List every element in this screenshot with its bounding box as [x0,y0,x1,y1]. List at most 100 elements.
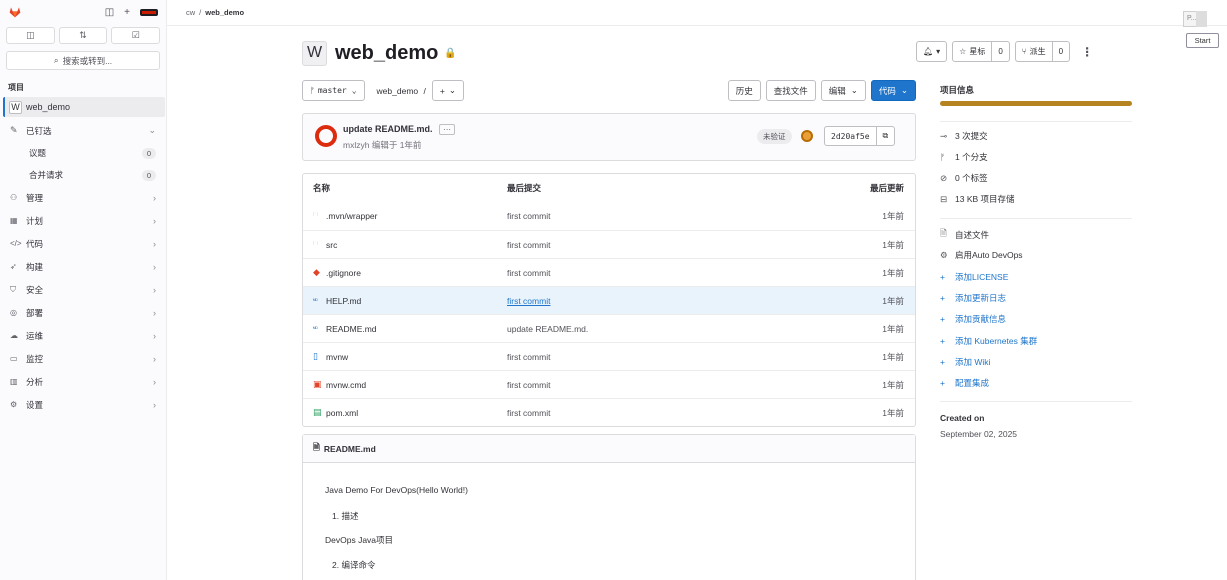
last-update-cell: 1年前 [882,323,904,334]
merge-requests-icon[interactable]: ⇅ [58,27,108,44]
sidebar-item-0[interactable]: ⚇ 管理 › [0,186,166,209]
edit-button[interactable]: 编辑 ⌄ [820,80,866,101]
last-update-cell: 1年前 [882,267,904,278]
search-button[interactable]: ⌕ 搜索或转到... [6,51,160,70]
commit-link[interactable]: first commit [507,211,550,221]
file-name[interactable]: HELP.md [326,296,361,306]
history-button[interactable]: 历史 [727,80,761,101]
table-row[interactable]: ▣ mvnw.cmd first commit 1年前 [303,370,915,398]
project-stat[interactable]: ⊸ 3 次提交 [940,130,988,142]
fork-button[interactable]: ⑂ 派生 0 [1014,41,1071,62]
commit-link[interactable]: first commit [507,240,550,250]
file-name-cell[interactable]: ᴹᴰ README.md [303,324,507,334]
star-count[interactable]: 0 [991,42,1008,61]
commit-link[interactable]: first commit [507,296,550,306]
file-name-cell[interactable]: ᴹᴰ HELP.md [303,296,507,306]
file-name-cell[interactable]: 🗀 src [303,240,507,250]
user-avatar[interactable] [140,8,158,16]
devops-icon: ⚙ [940,249,948,260]
chevron-right-icon: › [153,330,156,341]
start-button[interactable]: Start [1186,33,1219,48]
widget-close-icon[interactable] [1196,11,1207,27]
star-button[interactable]: ☆ 星标 0 [952,41,1010,62]
branch-selector[interactable]: ᚠ master ⌄ [302,80,365,101]
sidebar-item-pinned-1[interactable]: 合并请求 0 [0,164,166,186]
table-row[interactable]: ᴹᴰ HELP.md first commit 1年前 [303,286,915,314]
sidebar-item-3[interactable]: ➶ 构建 › [0,255,166,278]
project-stat[interactable]: ᚠ 1 个分支 [940,151,988,163]
project-link[interactable]: + 添加 Wiki [940,356,990,368]
commit-link[interactable]: first commit [507,380,550,390]
fork-count[interactable]: 0 [1051,42,1069,61]
sidebar-item-9[interactable]: ⚙ 设置 › [0,393,166,416]
find-file-button[interactable]: 查找文件 [765,80,816,101]
copy-icon[interactable]: ⧉ [875,127,895,145]
table-row[interactable]: 🗀 src first commit 1年前 [303,230,915,258]
issues-icon[interactable]: ◫ [6,27,55,44]
chevron-right-icon: › [153,238,156,249]
sidebar-item-2[interactable]: </> 代码 › [0,232,166,255]
table-row[interactable]: ▤ pom.xml first commit 1年前 [303,398,915,426]
unverified-badge[interactable]: 未验证 [757,129,792,144]
file-name[interactable]: .gitignore [326,268,361,278]
sidebar-item-6[interactable]: ☁ 运维 › [0,324,166,347]
file-name[interactable]: pom.xml [326,408,358,418]
sidebar-item-pinned[interactable]: ✎ 已钉选 ⌄ [0,119,166,142]
file-name-cell[interactable]: 🗀 .mvn/wrapper [303,211,507,221]
pipeline-status-icon[interactable] [801,130,813,142]
repo-toolbar: ᚠ master ⌄ web_demo / + ⌄ 历史 查找文件 编辑 ⌄ 代… [302,80,916,101]
file-name-cell[interactable]: ◆ .gitignore [303,267,507,278]
todo-icon[interactable]: ☑ [111,27,161,44]
project-link[interactable]: + 添加更新日志 [940,292,1006,304]
breadcrumb-project[interactable]: web_demo [205,8,244,17]
sidebar-item-4[interactable]: ⛉ 安全 › [0,278,166,301]
project-link[interactable]: + 添加 Kubernetes 集群 [940,335,1037,347]
commit-link[interactable]: first commit [507,268,550,278]
expand-commit-button[interactable]: ··· [439,124,456,135]
commit-link[interactable]: first commit [507,352,550,362]
table-row[interactable]: ◆ .gitignore first commit 1年前 [303,258,915,286]
project-stat[interactable]: ⊟ 13 KB 项目存储 [940,193,1015,205]
branch-icon: ᚠ [310,86,315,95]
sidebar-item-project[interactable]: W web_demo [3,97,165,117]
file-name[interactable]: mvnw.cmd [326,380,366,390]
file-name-cell[interactable]: ▯ mvnw [303,351,507,362]
create-new-icon[interactable]: + [124,7,130,18]
commit-link[interactable]: first commit [507,408,550,418]
file-name[interactable]: README.md [326,324,377,334]
project-link[interactable]: ⚙ 启用Auto DevOps [940,249,1023,261]
notification-button[interactable]: 🔔︎ ▾ [916,41,948,62]
last-commit-cell: first commit [507,268,825,278]
sidebar-item-5[interactable]: ◎ 部署 › [0,301,166,324]
file-name[interactable]: src [326,240,337,250]
project-link[interactable]: + 添加LICENSE [940,271,1008,283]
code-button[interactable]: 代码 ⌄ [870,80,916,101]
commit-message[interactable]: update README.md. ··· [343,124,456,135]
sidebar-toggle-icon[interactable]: ◫ [105,7,114,18]
table-row[interactable]: ᴹᴰ README.md update README.md. 1年前 [303,314,915,342]
repo-path[interactable]: web_demo / [377,86,426,96]
breadcrumb-group[interactable]: cw [186,8,195,17]
project-link[interactable]: + 配置集成 [940,377,989,389]
commit-link[interactable]: update README.md. [507,324,588,334]
project-link[interactable]: + 添加贡献信息 [940,313,1006,325]
table-row[interactable]: 🗀 .mvn/wrapper first commit 1年前 [303,202,915,230]
file-name[interactable]: .mvn/wrapper [326,211,378,221]
gitlab-logo-icon[interactable] [8,6,22,18]
add-file-button[interactable]: + ⌄ [431,80,464,101]
sidebar-item-8[interactable]: ▥ 分析 › [0,370,166,393]
more-actions-icon[interactable]: ⋮ [1075,45,1099,59]
project-link[interactable]: 🗎 自述文件 [940,228,989,242]
sidebar-item-1[interactable]: ▦ 计划 › [0,209,166,232]
commit-sha-button[interactable]: 2d20af5e [825,127,876,145]
file-name-cell[interactable]: ▣ mvnw.cmd [303,379,507,390]
file-name-cell[interactable]: ▤ pom.xml [303,407,507,418]
sidebar-item-label: 构建 [26,261,44,272]
sidebar-item-7[interactable]: ▭ 监控 › [0,347,166,370]
sidebar-item-pinned-0[interactable]: 议题 0 [0,142,166,164]
project-stat[interactable]: ⊘ 0 个标签 [940,172,988,184]
language-bar[interactable] [940,101,1132,106]
commit-author-name[interactable]: mxlzyh [343,140,369,150]
file-name[interactable]: mvnw [326,352,348,362]
table-row[interactable]: ▯ mvnw first commit 1年前 [303,342,915,370]
